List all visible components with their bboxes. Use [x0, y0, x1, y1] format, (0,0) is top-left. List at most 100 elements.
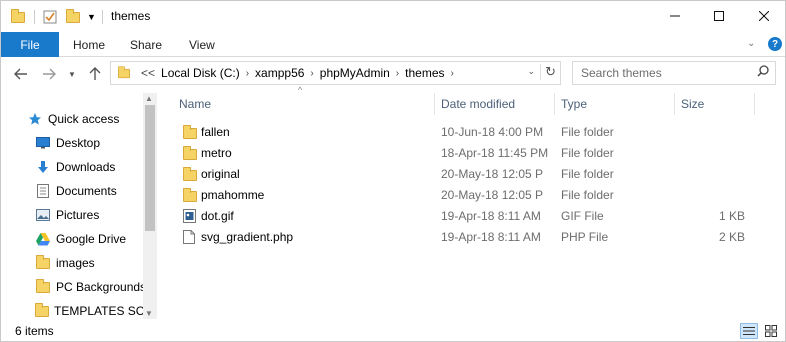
sidebar-item-label: images	[56, 256, 95, 270]
folder-icon	[35, 278, 51, 295]
explorer-window: ▼ themes File Home Share View ⌄ ? ▼ << L…	[0, 0, 786, 342]
address-history-chevron-icon[interactable]: ⌄	[527, 66, 535, 77]
file-row-original[interactable]: original 20-May-18 12:05 P File folder	[175, 164, 755, 185]
breadcrumb-chevron-icon[interactable]: ›	[451, 68, 454, 79]
address-folder-icon	[118, 65, 130, 78]
address-overflow[interactable]: <<	[141, 66, 155, 80]
divider	[102, 10, 103, 24]
breadcrumb-xampp56[interactable]: xampp56	[255, 66, 304, 80]
sidebar-item-label: Pictures	[56, 208, 100, 222]
sidebar-item-pc-backgrounds[interactable]: PC Backgrounds	[35, 275, 158, 299]
file-name: fallen	[201, 125, 230, 139]
large-icons-view-icon[interactable]	[762, 323, 780, 339]
sidebar-item-downloads[interactable]: Downloads 🖈	[35, 155, 158, 179]
item-count: 6 items	[15, 324, 54, 338]
sidebar-item-desktop[interactable]: Desktop 🖈	[35, 131, 158, 155]
download-arrow-icon	[35, 159, 51, 175]
column-header-type[interactable]: Type	[561, 94, 587, 114]
sidebar-item-quick-access[interactable]: Quick access	[27, 107, 158, 131]
back-arrow-icon[interactable]	[11, 64, 31, 84]
file-date: 19-Apr-18 8:11 AM	[441, 209, 541, 223]
sidebar-item-label: Desktop	[56, 136, 101, 150]
file-name: pmahomme	[201, 188, 265, 202]
file-date: 19-Apr-18 8:11 AM	[441, 230, 541, 244]
column-header-name[interactable]: Name	[179, 94, 211, 114]
column-divider[interactable]	[754, 93, 755, 115]
title-bar: ▼ themes	[1, 1, 785, 32]
folder-icon	[183, 125, 197, 139]
window-title: themes	[111, 9, 151, 23]
sidebar-item-documents[interactable]: Documents 🖈	[35, 179, 158, 203]
breadcrumb-chevron-icon[interactable]: ›	[396, 68, 399, 79]
scroll-up-arrow-icon[interactable]: ▲	[145, 94, 153, 103]
navigation-pane: Quick access Desktop 🖈 Downloads 🖈 Docum…	[1, 91, 158, 319]
file-type: PHP File	[561, 230, 609, 244]
breadcrumb-phpmyadmin[interactable]: phpMyAdmin	[320, 66, 390, 80]
breadcrumb-themes[interactable]: themes	[405, 66, 444, 80]
image-file-icon	[183, 209, 197, 223]
tab-view[interactable]: View	[189, 32, 215, 57]
file-type: File folder	[561, 167, 614, 181]
file-type: File folder	[561, 146, 614, 160]
up-arrow-icon[interactable]	[85, 64, 105, 84]
maximize-button[interactable]	[696, 1, 741, 31]
search-placeholder: Search themes	[581, 66, 662, 80]
tab-share[interactable]: Share	[130, 32, 162, 57]
folder-icon	[35, 254, 51, 271]
file-name: metro	[201, 146, 232, 160]
search-input[interactable]: Search themes	[572, 61, 776, 85]
folder-icon	[183, 188, 197, 202]
column-header-size[interactable]: Size	[681, 94, 704, 114]
sidebar-item-images[interactable]: images	[35, 251, 158, 275]
tab-file[interactable]: File	[1, 32, 59, 57]
minimize-button[interactable]	[652, 1, 697, 31]
folder-icon	[183, 146, 197, 160]
file-date: 10-Jun-18 4:00 PM	[441, 125, 544, 139]
column-divider[interactable]	[434, 93, 435, 115]
divider	[34, 10, 35, 24]
column-divider[interactable]	[674, 93, 675, 115]
help-icon[interactable]: ?	[768, 37, 782, 51]
tab-home[interactable]: Home	[73, 32, 105, 57]
pictures-icon	[35, 207, 51, 223]
file-name: original	[201, 167, 240, 181]
file-row-pmahomme[interactable]: pmahomme 20-May-18 12:05 P File folder	[175, 185, 755, 206]
status-bar: 6 items	[1, 319, 785, 342]
details-view-icon[interactable]	[740, 323, 758, 339]
sidebar-item-google-drive[interactable]: Google Drive 🖈	[35, 227, 158, 251]
expand-ribbon-chevron-icon[interactable]: ⌄	[747, 38, 755, 49]
breadcrumb-chevron-icon[interactable]: ›	[246, 68, 249, 79]
breadcrumb-chevron-icon[interactable]: ›	[310, 68, 313, 79]
column-header-date-modified[interactable]: Date modified	[441, 94, 515, 114]
column-divider[interactable]	[554, 93, 555, 115]
file-row-fallen[interactable]: fallen 10-Jun-18 4:00 PM File folder	[175, 122, 755, 143]
documents-icon	[35, 183, 51, 199]
file-row-svg-gradient-php[interactable]: svg_gradient.php 19-Apr-18 8:11 AM PHP F…	[175, 227, 755, 248]
refresh-icon[interactable]: ↻	[540, 64, 556, 80]
sidebar-item-templates-scr[interactable]: TEMPLATES SCR	[35, 299, 143, 319]
properties-icon[interactable]	[43, 8, 57, 26]
new-folder-icon[interactable]	[66, 8, 80, 26]
search-icon[interactable]	[757, 65, 769, 80]
file-type: File folder	[561, 188, 614, 202]
file-size: 2 KB	[718, 230, 745, 244]
file-name: svg_gradient.php	[201, 230, 294, 244]
sidebar-item-pictures[interactable]: Pictures 🖈	[35, 203, 158, 227]
navigation-scrollbar[interactable]: ▲ ▼	[143, 93, 157, 319]
close-button[interactable]	[741, 1, 786, 31]
scroll-down-arrow-icon[interactable]: ▼	[145, 309, 153, 318]
file-type: GIF File	[561, 209, 604, 223]
file-row-dot-gif[interactable]: dot.gif 19-Apr-18 8:11 AM GIF File 1 KB	[175, 206, 755, 227]
sidebar-item-label: Documents	[56, 184, 117, 198]
file-row-metro[interactable]: metro 18-Apr-18 11:45 PM File folder	[175, 143, 755, 164]
scrollbar-thumb[interactable]	[145, 105, 155, 231]
forward-arrow-icon[interactable]	[39, 64, 59, 84]
file-date: 20-May-18 12:05 P	[441, 188, 544, 202]
recent-locations-chevron-icon[interactable]: ▼	[65, 64, 79, 84]
file-name: dot.gif	[201, 209, 234, 223]
customize-toolbar-chevron-icon[interactable]: ▼	[87, 8, 96, 26]
breadcrumb-local-disk[interactable]: Local Disk (C:)	[161, 66, 240, 80]
sidebar-item-label: TEMPLATES SCR	[54, 304, 143, 318]
sidebar-item-label: Google Drive	[56, 232, 127, 246]
address-bar[interactable]: << Local Disk (C:) › xampp56 › phpMyAdmi…	[110, 61, 561, 85]
